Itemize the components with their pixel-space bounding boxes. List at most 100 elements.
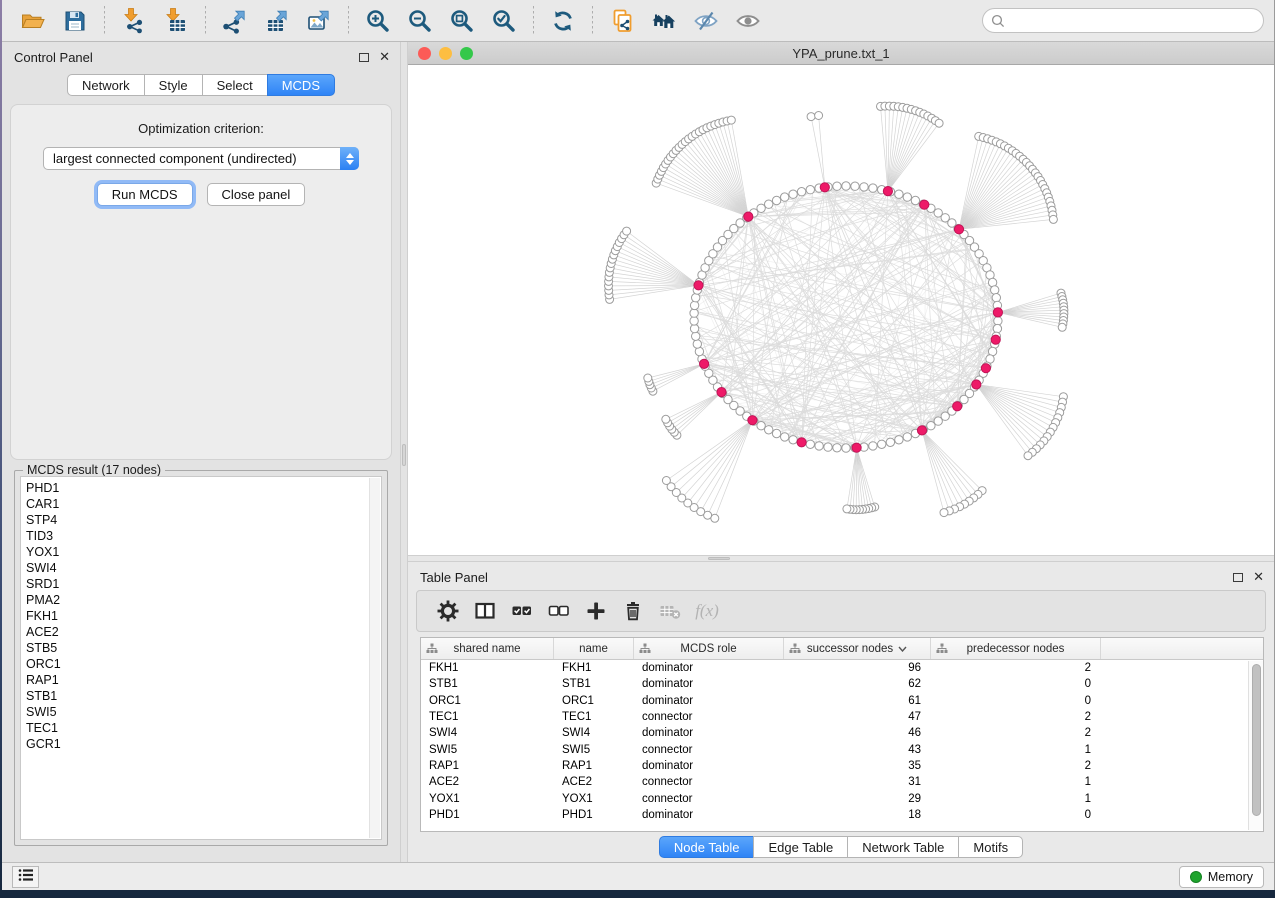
- control-panel: Control Panel ✕ NetworkStyleSelectMCDS O…: [2, 42, 400, 862]
- list-item[interactable]: SWI4: [26, 560, 381, 576]
- table-cell: 62: [784, 678, 931, 690]
- column-header-successor-nodes[interactable]: successor nodes: [784, 638, 931, 659]
- network-column-icon: [789, 643, 801, 657]
- list-item[interactable]: STB5: [26, 640, 381, 656]
- add-button[interactable]: [581, 596, 611, 626]
- table-tabs: Node TableEdge TableNetwork TableMotifs: [659, 836, 1023, 858]
- show-all-button[interactable]: [730, 4, 766, 38]
- columns-button[interactable]: [470, 596, 500, 626]
- export-image-button[interactable]: [301, 4, 337, 38]
- list-item[interactable]: CAR1: [26, 496, 381, 512]
- run-mcds-button[interactable]: Run MCDS: [97, 183, 193, 206]
- close-panel-button[interactable]: Close panel: [207, 183, 306, 206]
- open-file-button[interactable]: [15, 4, 51, 38]
- list-item[interactable]: ORC1: [26, 656, 381, 672]
- table-row[interactable]: ORC1ORC1dominator610: [421, 693, 1263, 709]
- list-item[interactable]: PMA2: [26, 592, 381, 608]
- table-row[interactable]: YOX1YOX1connector291: [421, 790, 1263, 806]
- import-table-button[interactable]: [158, 4, 194, 38]
- list-item[interactable]: PHD1: [26, 480, 381, 496]
- search-input[interactable]: [1005, 14, 1255, 28]
- tab-network[interactable]: Network: [67, 74, 145, 96]
- table-cell: 46: [784, 727, 931, 739]
- list-item[interactable]: TID3: [26, 528, 381, 544]
- list-item[interactable]: SWI5: [26, 704, 381, 720]
- export-network-icon: [222, 8, 248, 34]
- deselect-all-button[interactable]: [544, 596, 574, 626]
- table-tabbar: Node TableEdge TableNetwork TableMotifs: [408, 832, 1274, 862]
- table-row[interactable]: ACE2ACE2connector311: [421, 774, 1263, 790]
- table-row[interactable]: FKH1FKH1dominator962: [421, 660, 1263, 676]
- scrollbar-thumb[interactable]: [1252, 664, 1261, 816]
- table-scrollbar[interactable]: [1248, 661, 1263, 830]
- table-panel-title: Table Panel: [420, 570, 488, 585]
- column-header-name[interactable]: name: [554, 638, 634, 659]
- column-header-shared-name[interactable]: shared name: [421, 638, 554, 659]
- splitter-grip-icon[interactable]: [402, 444, 406, 466]
- list-item[interactable]: TEC1: [26, 720, 381, 736]
- search-box: [982, 8, 1264, 33]
- network-canvas[interactable]: [408, 65, 1274, 555]
- export-table-icon: [264, 8, 290, 34]
- memory-status-icon: [1190, 871, 1202, 883]
- float-panel-icon[interactable]: [359, 53, 369, 62]
- refresh-button[interactable]: [545, 4, 581, 38]
- table-row[interactable]: TEC1TEC1connector472: [421, 709, 1263, 725]
- zoom-selected-button[interactable]: [486, 4, 522, 38]
- table-row[interactable]: SWI4SWI4dominator462: [421, 725, 1263, 741]
- tab-select[interactable]: Select: [202, 74, 268, 96]
- table-row[interactable]: STB1STB1dominator620: [421, 676, 1263, 692]
- horizontal-splitter[interactable]: [408, 555, 1274, 562]
- list-item[interactable]: STP4: [26, 512, 381, 528]
- select-all-button[interactable]: [507, 596, 537, 626]
- zoom-out-button[interactable]: [402, 4, 438, 38]
- list-item[interactable]: ACE2: [26, 624, 381, 640]
- hide-selected-button[interactable]: [688, 4, 724, 38]
- table-cell: dominator: [634, 760, 784, 772]
- first-neighbors-button[interactable]: [646, 4, 682, 38]
- mcds-list-scrollbar[interactable]: [369, 478, 380, 838]
- list-item[interactable]: RAP1: [26, 672, 381, 688]
- column-header-predecessor-nodes[interactable]: predecessor nodes: [931, 638, 1101, 659]
- float-panel-icon[interactable]: [1233, 573, 1243, 582]
- tab-node-table[interactable]: Node Table: [659, 836, 755, 858]
- zoom-in-button[interactable]: [360, 4, 396, 38]
- tab-style[interactable]: Style: [144, 74, 203, 96]
- vertical-splitter[interactable]: [400, 42, 408, 862]
- gear-button[interactable]: [433, 596, 463, 626]
- import-network-button[interactable]: [116, 4, 152, 38]
- tab-network-table[interactable]: Network Table: [847, 836, 959, 858]
- list-item[interactable]: STB1: [26, 688, 381, 704]
- criterion-dropdown[interactable]: largest connected component (undirected): [43, 147, 359, 170]
- table-cell: connector: [634, 776, 784, 788]
- close-panel-icon[interactable]: ✕: [1253, 572, 1264, 582]
- network-graph[interactable]: [408, 65, 1273, 555]
- table-row[interactable]: RAP1RAP1dominator352: [421, 758, 1263, 774]
- list-item[interactable]: SRD1: [26, 576, 381, 592]
- copy-network-button[interactable]: [604, 4, 640, 38]
- list-item[interactable]: FKH1: [26, 608, 381, 624]
- export-network-button[interactable]: [217, 4, 253, 38]
- memory-button[interactable]: Memory: [1179, 866, 1264, 888]
- columns-icon: [474, 600, 496, 622]
- list-icon: [18, 868, 34, 885]
- table-row[interactable]: PHD1PHD1dominator180: [421, 807, 1263, 823]
- task-history-button[interactable]: [12, 866, 39, 888]
- zoom-fit-button[interactable]: [444, 4, 480, 38]
- splitter-grip-icon[interactable]: [708, 557, 730, 560]
- list-item[interactable]: GCR1: [26, 736, 381, 752]
- export-table-button[interactable]: [259, 4, 295, 38]
- column-header-MCDS-role[interactable]: MCDS role: [634, 638, 784, 659]
- app-window: Control Panel ✕ NetworkStyleSelectMCDS O…: [2, 0, 1275, 890]
- tab-edge-table[interactable]: Edge Table: [753, 836, 848, 858]
- list-item[interactable]: YOX1: [26, 544, 381, 560]
- mcds-result-list[interactable]: PHD1CAR1STP4TID3YOX1SWI4SRD1PMA2FKH1ACE2…: [20, 476, 382, 840]
- delete-button[interactable]: [618, 596, 648, 626]
- deselect-all-icon: [548, 600, 570, 622]
- tab-mcds[interactable]: MCDS: [267, 74, 335, 96]
- save-button[interactable]: [57, 4, 93, 38]
- table-row[interactable]: SWI5SWI5connector431: [421, 741, 1263, 757]
- table-cell: 96: [784, 662, 931, 674]
- close-panel-icon[interactable]: ✕: [379, 52, 390, 62]
- tab-motifs[interactable]: Motifs: [958, 836, 1023, 858]
